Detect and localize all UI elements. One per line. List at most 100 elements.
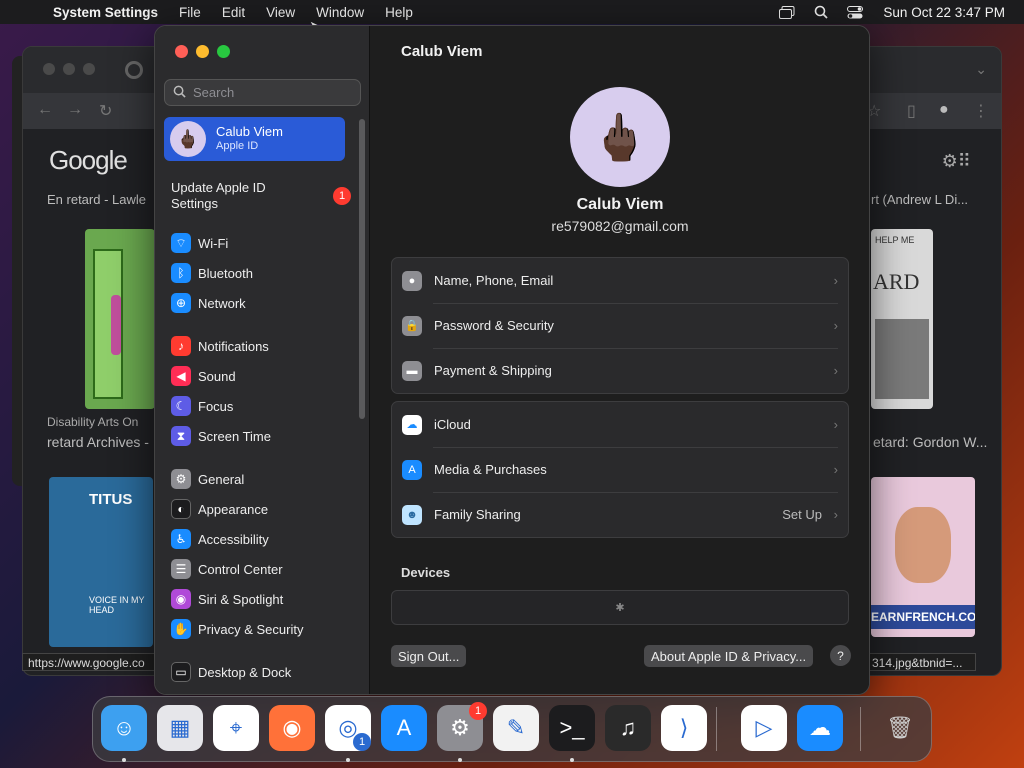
image-result-thumbnail[interactable]: TITUS VOICE IN MY HEAD — [49, 477, 153, 647]
sidebar-item-appearance[interactable]: ◐ Appearance — [171, 498, 351, 520]
sidepanel-icon[interactable]: ▯ — [907, 101, 916, 121]
minimize-window-icon[interactable] — [196, 45, 209, 58]
settings-sidebar: Search 🖕🏿 Calub Viem Apple ID Update App… — [155, 26, 370, 694]
sidebar-search-input[interactable]: Search — [164, 79, 361, 106]
app-menu[interactable]: System Settings — [53, 5, 158, 20]
reload-icon[interactable]: ↻ — [99, 101, 112, 121]
sidebar-scrollbar[interactable] — [359, 119, 365, 419]
update-label: Update Apple ID Settings — [171, 180, 266, 211]
maximize-icon[interactable] — [83, 63, 95, 75]
sidebar-item-desktop-dock[interactable]: ▭ Desktop & Dock — [171, 661, 351, 683]
sidebar-item-focus[interactable]: ☾ Focus — [171, 395, 351, 417]
sidebar-item-apple-id[interactable]: 🖕🏿 Calub Viem Apple ID — [164, 117, 345, 161]
profile-avatar[interactable]: 🖕🏿 — [570, 87, 670, 187]
safari-icon[interactable]: ⌖ — [213, 705, 259, 751]
figure-illustration — [111, 295, 121, 355]
menu-bar-clock[interactable]: Sun Oct 22 3:47 PM — [883, 5, 1005, 20]
sidebar-item-network[interactable]: ⊕ Network — [171, 292, 351, 314]
settings-row-media-purchases[interactable]: A Media & Purchases › — [392, 447, 848, 492]
minimize-icon[interactable] — [63, 63, 75, 75]
settings-row-family-sharing[interactable]: ☻ Family Sharing Set Up › — [392, 492, 848, 537]
menu-file[interactable]: File — [179, 5, 201, 20]
vscode-icon[interactable]: ⟩ — [661, 705, 707, 751]
sidebar-item-bluetooth[interactable]: ᛒ Bluetooth — [171, 262, 351, 284]
chrome-download-badge: 1 — [353, 733, 371, 751]
sidebar-item-wi-fi[interactable]: ⌔ Wi-Fi — [171, 232, 351, 254]
sidebar-item-notifications[interactable]: ♪ Notifications — [171, 335, 351, 357]
control-center-icon[interactable] — [845, 5, 865, 19]
sidebar-item-label: Accessibility — [198, 531, 269, 547]
profile-icon[interactable]: ● — [939, 101, 949, 119]
image-result-caption[interactable]: En retard - Lawle — [47, 192, 146, 207]
profile-email: re579082@gmail.com — [551, 218, 689, 234]
lock-icon: 🔒 — [402, 315, 422, 336]
sidebar-item-accessibility[interactable]: ♿ Accessibility — [171, 528, 351, 550]
garageband-icon[interactable]: ♫ — [605, 705, 651, 751]
visual-studio-icon[interactable]: ▷ — [741, 705, 787, 751]
chevron-right-icon: › — [833, 462, 838, 477]
settings-notification-badge: 1 — [469, 702, 487, 720]
row-label: iCloud — [434, 417, 471, 432]
app-store-icon[interactable]: A — [381, 705, 427, 751]
sidebar-item-screen-time[interactable]: ⧗ Screen Time — [171, 425, 351, 447]
image-result-caption[interactable]: rt (Andrew L Di... — [871, 192, 968, 207]
weather-icon[interactable]: ☁ — [797, 705, 843, 751]
settings-row-icloud[interactable]: ☁ iCloud › — [392, 402, 848, 447]
launchpad-icon[interactable]: ▦ — [157, 705, 203, 751]
chevron-right-icon: › — [833, 507, 838, 522]
chevron-down-icon[interactable]: ⌄ — [975, 61, 987, 78]
close-window-icon[interactable] — [175, 45, 188, 58]
image-result-thumbnail[interactable] — [85, 229, 155, 409]
sidebar-item-label: Screen Time — [198, 428, 271, 444]
chevron-right-icon: › — [833, 363, 838, 378]
services-group: ☁ iCloud › A Media & Purchases › ☻ Family Shari… — [391, 401, 849, 538]
terminal-icon[interactable]: >_ — [549, 705, 595, 751]
forward-icon[interactable]: → — [67, 101, 83, 119]
search-icon — [173, 85, 186, 101]
close-icon[interactable] — [43, 63, 55, 75]
book-cover-subtitle: VOICE IN MY HEAD — [89, 595, 145, 615]
menu-help[interactable]: Help — [385, 5, 413, 20]
image-result-title[interactable]: etard: Gordon W... — [873, 434, 987, 450]
image-result-thumbnail[interactable]: EARNFRENCH.COM — [871, 477, 975, 637]
settings-row-password-security[interactable]: 🔒 Password & Security › — [392, 303, 848, 348]
sidebar-item-sound[interactable]: ◀ Sound — [171, 365, 351, 387]
menu-bar-extras: Sun Oct 22 3:47 PM — [777, 0, 1024, 24]
sign-out-button[interactable]: Sign Out... — [391, 645, 467, 667]
more-menu-icon[interactable]: ⋮ — [973, 101, 989, 121]
settings-row-payment-shipping[interactable]: ▬ Payment & Shipping › — [392, 348, 848, 393]
spotlight-search-icon[interactable] — [811, 5, 831, 19]
siri-icon: ◉ — [171, 589, 191, 609]
image-result-title[interactable]: retard Archives - — [47, 434, 149, 450]
row-label: Password & Security — [434, 318, 554, 333]
sidebar-item-label: General — [198, 471, 245, 487]
sidebar-item-general[interactable]: ⚙ General — [171, 468, 351, 490]
chrome-window-controls[interactable] — [43, 63, 95, 75]
sidebar-item-privacy-security[interactable]: ✋ Privacy & Security — [171, 618, 351, 640]
hand-icon: ✋ — [171, 619, 191, 639]
sidebar-item-siri-spotlight[interactable]: ◉ Siri & Spotlight — [171, 588, 351, 610]
profile-name: Calub Viem — [576, 196, 664, 213]
image-result-thumbnail[interactable]: HELP ME ARD — [871, 229, 933, 409]
zoom-window-icon[interactable] — [217, 45, 230, 58]
bell-icon: ♪ — [171, 336, 191, 356]
menu-window[interactable]: Window — [316, 5, 364, 20]
settings-row-name-phone-email[interactable]: ● Name, Phone, Email › — [392, 258, 848, 303]
wifi-icon: ⌔ — [171, 233, 191, 253]
menu-view[interactable]: View — [266, 5, 295, 20]
help-button[interactable]: ? — [830, 645, 851, 666]
firefox-icon[interactable]: ◉ — [269, 705, 315, 751]
sidebar-item-control-center[interactable]: ☰ Control Center — [171, 558, 351, 580]
banner-text: EARNFRENCH.COM — [871, 605, 975, 629]
dock: ☺ ▦ ⌖ ◉ ◎ A ⚙ ✎ >_ ♫ ⟩ ▷ ☁ 🗑 1 1 — [92, 696, 932, 762]
trash-icon[interactable]: 🗑 — [877, 705, 923, 751]
screen-mirroring-icon[interactable] — [777, 5, 797, 19]
finder-icon[interactable]: ☺ — [101, 705, 147, 751]
about-apple-id-privacy-button[interactable]: About Apple ID & Privacy... — [644, 645, 814, 667]
sidebar-item-update-apple-id[interactable]: Update Apple ID Settings 1 — [171, 180, 351, 212]
menu-edit[interactable]: Edit — [222, 5, 245, 20]
settings-apps-icon[interactable]: ⚙⠿ — [942, 151, 971, 172]
back-icon[interactable]: ← — [37, 101, 53, 119]
textedit-icon[interactable]: ✎ — [493, 705, 539, 751]
loading-spinner-icon: ✱ — [615, 602, 625, 614]
